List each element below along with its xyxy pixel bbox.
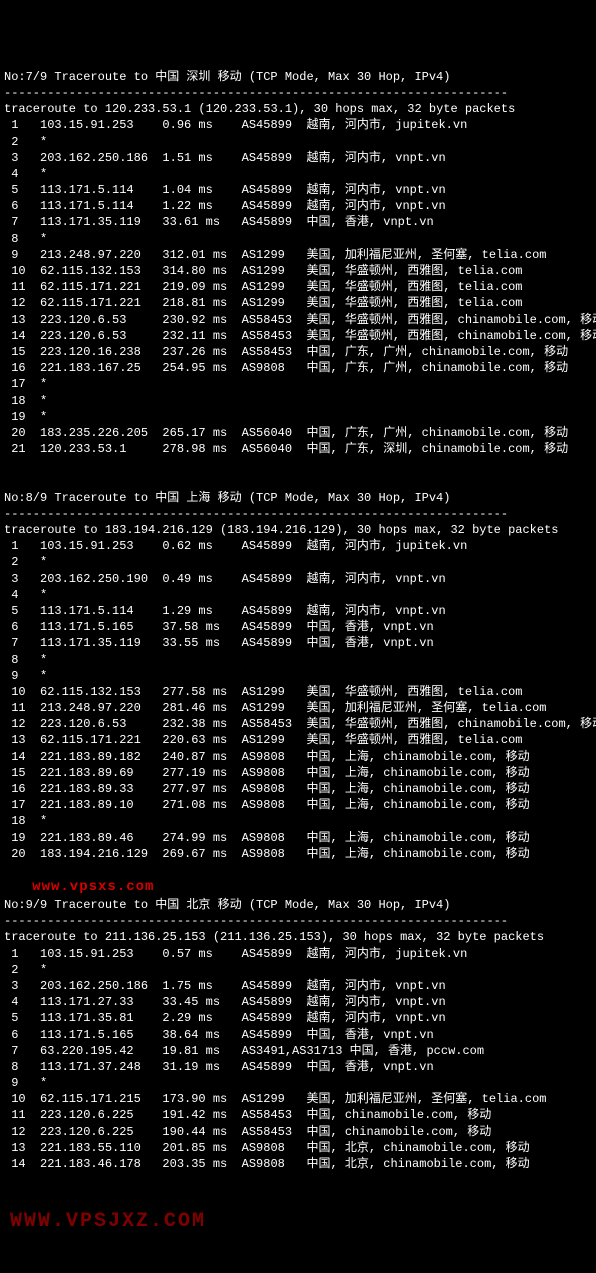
hop-row: 17 * <box>4 376 592 392</box>
hop-row: 6 113.171.5.114 1.22 ms AS45899 越南, 河内市,… <box>4 198 592 214</box>
hop-row: 18 * <box>4 393 592 409</box>
hop-row: 12 223.120.6.53 232.38 ms AS58453 美国, 华盛… <box>4 716 592 732</box>
hop-row: 5 113.171.35.81 2.29 ms AS45899 越南, 河内市,… <box>4 1010 592 1026</box>
hop-row: 14 223.120.6.53 232.11 ms AS58453 美国, 华盛… <box>4 328 592 344</box>
watermark-bottom: WWW.VPSJXZ.COM <box>10 1208 206 1235</box>
hop-row: 4 * <box>4 166 592 182</box>
hop-row: 1 103.15.91.253 0.57 ms AS45899 越南, 河内市,… <box>4 946 592 962</box>
hop-row: 7 63.220.195.42 19.81 ms AS3491,AS31713 … <box>4 1043 592 1059</box>
trace-header: No:7/9 Traceroute to 中国 深圳 移动 (TCP Mode,… <box>4 69 592 85</box>
hop-row: 11 62.115.171.221 219.09 ms AS1299 美国, 华… <box>4 279 592 295</box>
watermark-mid: www.vpsxs.com <box>4 878 592 897</box>
hop-row: 10 62.115.132.153 277.58 ms AS1299 美国, 华… <box>4 684 592 700</box>
hop-row: 9 * <box>4 1075 592 1091</box>
hop-row: 4 113.171.27.33 33.45 ms AS45899 越南, 河内市… <box>4 994 592 1010</box>
divider: ----------------------------------------… <box>4 913 592 929</box>
hop-row: 8 * <box>4 652 592 668</box>
trace-header: No:9/9 Traceroute to 中国 北京 移动 (TCP Mode,… <box>4 897 592 913</box>
hop-row: 1 103.15.91.253 0.62 ms AS45899 越南, 河内市,… <box>4 538 592 554</box>
hop-row: 3 203.162.250.190 0.49 ms AS45899 越南, 河内… <box>4 571 592 587</box>
hop-row: 18 * <box>4 813 592 829</box>
hop-row: 2 * <box>4 134 592 150</box>
hop-row: 5 113.171.5.114 1.29 ms AS45899 越南, 河内市,… <box>4 603 592 619</box>
hop-row: 3 203.162.250.186 1.75 ms AS45899 越南, 河内… <box>4 978 592 994</box>
hop-row: 21 120.233.53.1 278.98 ms AS56040 中国, 广东… <box>4 441 592 457</box>
hop-row: 4 * <box>4 587 592 603</box>
hop-row: 19 221.183.89.46 274.99 ms AS9808 中国, 上海… <box>4 830 592 846</box>
hop-row: 12 223.120.6.225 190.44 ms AS58453 中国, c… <box>4 1124 592 1140</box>
hop-row: 2 * <box>4 554 592 570</box>
hop-row: 7 113.171.35.119 33.61 ms AS45899 中国, 香港… <box>4 214 592 230</box>
hop-row: 6 113.171.5.165 37.58 ms AS45899 中国, 香港,… <box>4 619 592 635</box>
hop-row: 1 103.15.91.253 0.96 ms AS45899 越南, 河内市,… <box>4 117 592 133</box>
hop-row: 14 221.183.46.178 203.35 ms AS9808 中国, 北… <box>4 1156 592 1172</box>
hop-row: 11 223.120.6.225 191.42 ms AS58453 中国, c… <box>4 1107 592 1123</box>
hop-row: 16 221.183.167.25 254.95 ms AS9808 中国, 广… <box>4 360 592 376</box>
terminal-output: No:7/9 Traceroute to 中国 深圳 移动 (TCP Mode,… <box>4 69 592 1172</box>
hop-row: 13 223.120.6.53 230.92 ms AS58453 美国, 华盛… <box>4 312 592 328</box>
hop-row: 20 183.194.216.129 269.67 ms AS9808 中国, … <box>4 846 592 862</box>
blank <box>4 862 592 878</box>
hop-row: 14 221.183.89.182 240.87 ms AS9808 中国, 上… <box>4 749 592 765</box>
hop-row: 11 213.248.97.220 281.46 ms AS1299 美国, 加… <box>4 700 592 716</box>
divider: ----------------------------------------… <box>4 85 592 101</box>
trace-cmd: traceroute to 183.194.216.129 (183.194.2… <box>4 522 592 538</box>
trace-header: No:8/9 Traceroute to 中国 上海 移动 (TCP Mode,… <box>4 490 592 506</box>
hop-row: 9 213.248.97.220 312.01 ms AS1299 美国, 加利… <box>4 247 592 263</box>
hop-row: 13 62.115.171.221 220.63 ms AS1299 美国, 华… <box>4 732 592 748</box>
hop-row: 2 * <box>4 962 592 978</box>
trace-cmd: traceroute to 211.136.25.153 (211.136.25… <box>4 929 592 945</box>
blank <box>4 473 592 489</box>
hop-row: 20 183.235.226.205 265.17 ms AS56040 中国,… <box>4 425 592 441</box>
hop-row: 8 113.171.37.248 31.19 ms AS45899 中国, 香港… <box>4 1059 592 1075</box>
blank <box>4 457 592 473</box>
hop-row: 6 113.171.5.165 38.64 ms AS45899 中国, 香港,… <box>4 1027 592 1043</box>
trace-cmd: traceroute to 120.233.53.1 (120.233.53.1… <box>4 101 592 117</box>
hop-row: 12 62.115.171.221 218.81 ms AS1299 美国, 华… <box>4 295 592 311</box>
hop-row: 3 203.162.250.186 1.51 ms AS45899 越南, 河内… <box>4 150 592 166</box>
hop-row: 10 62.115.132.153 314.80 ms AS1299 美国, 华… <box>4 263 592 279</box>
hop-row: 16 221.183.89.33 277.97 ms AS9808 中国, 上海… <box>4 781 592 797</box>
hop-row: 5 113.171.5.114 1.04 ms AS45899 越南, 河内市,… <box>4 182 592 198</box>
hop-row: 9 * <box>4 668 592 684</box>
hop-row: 8 * <box>4 231 592 247</box>
hop-row: 19 * <box>4 409 592 425</box>
hop-row: 7 113.171.35.119 33.55 ms AS45899 中国, 香港… <box>4 635 592 651</box>
hop-row: 10 62.115.171.215 173.90 ms AS1299 美国, 加… <box>4 1091 592 1107</box>
divider: ----------------------------------------… <box>4 506 592 522</box>
hop-row: 15 223.120.16.238 237.26 ms AS58453 中国, … <box>4 344 592 360</box>
hop-row: 13 221.183.55.110 201.85 ms AS9808 中国, 北… <box>4 1140 592 1156</box>
hop-row: 17 221.183.89.10 271.08 ms AS9808 中国, 上海… <box>4 797 592 813</box>
hop-row: 15 221.183.89.69 277.19 ms AS9808 中国, 上海… <box>4 765 592 781</box>
